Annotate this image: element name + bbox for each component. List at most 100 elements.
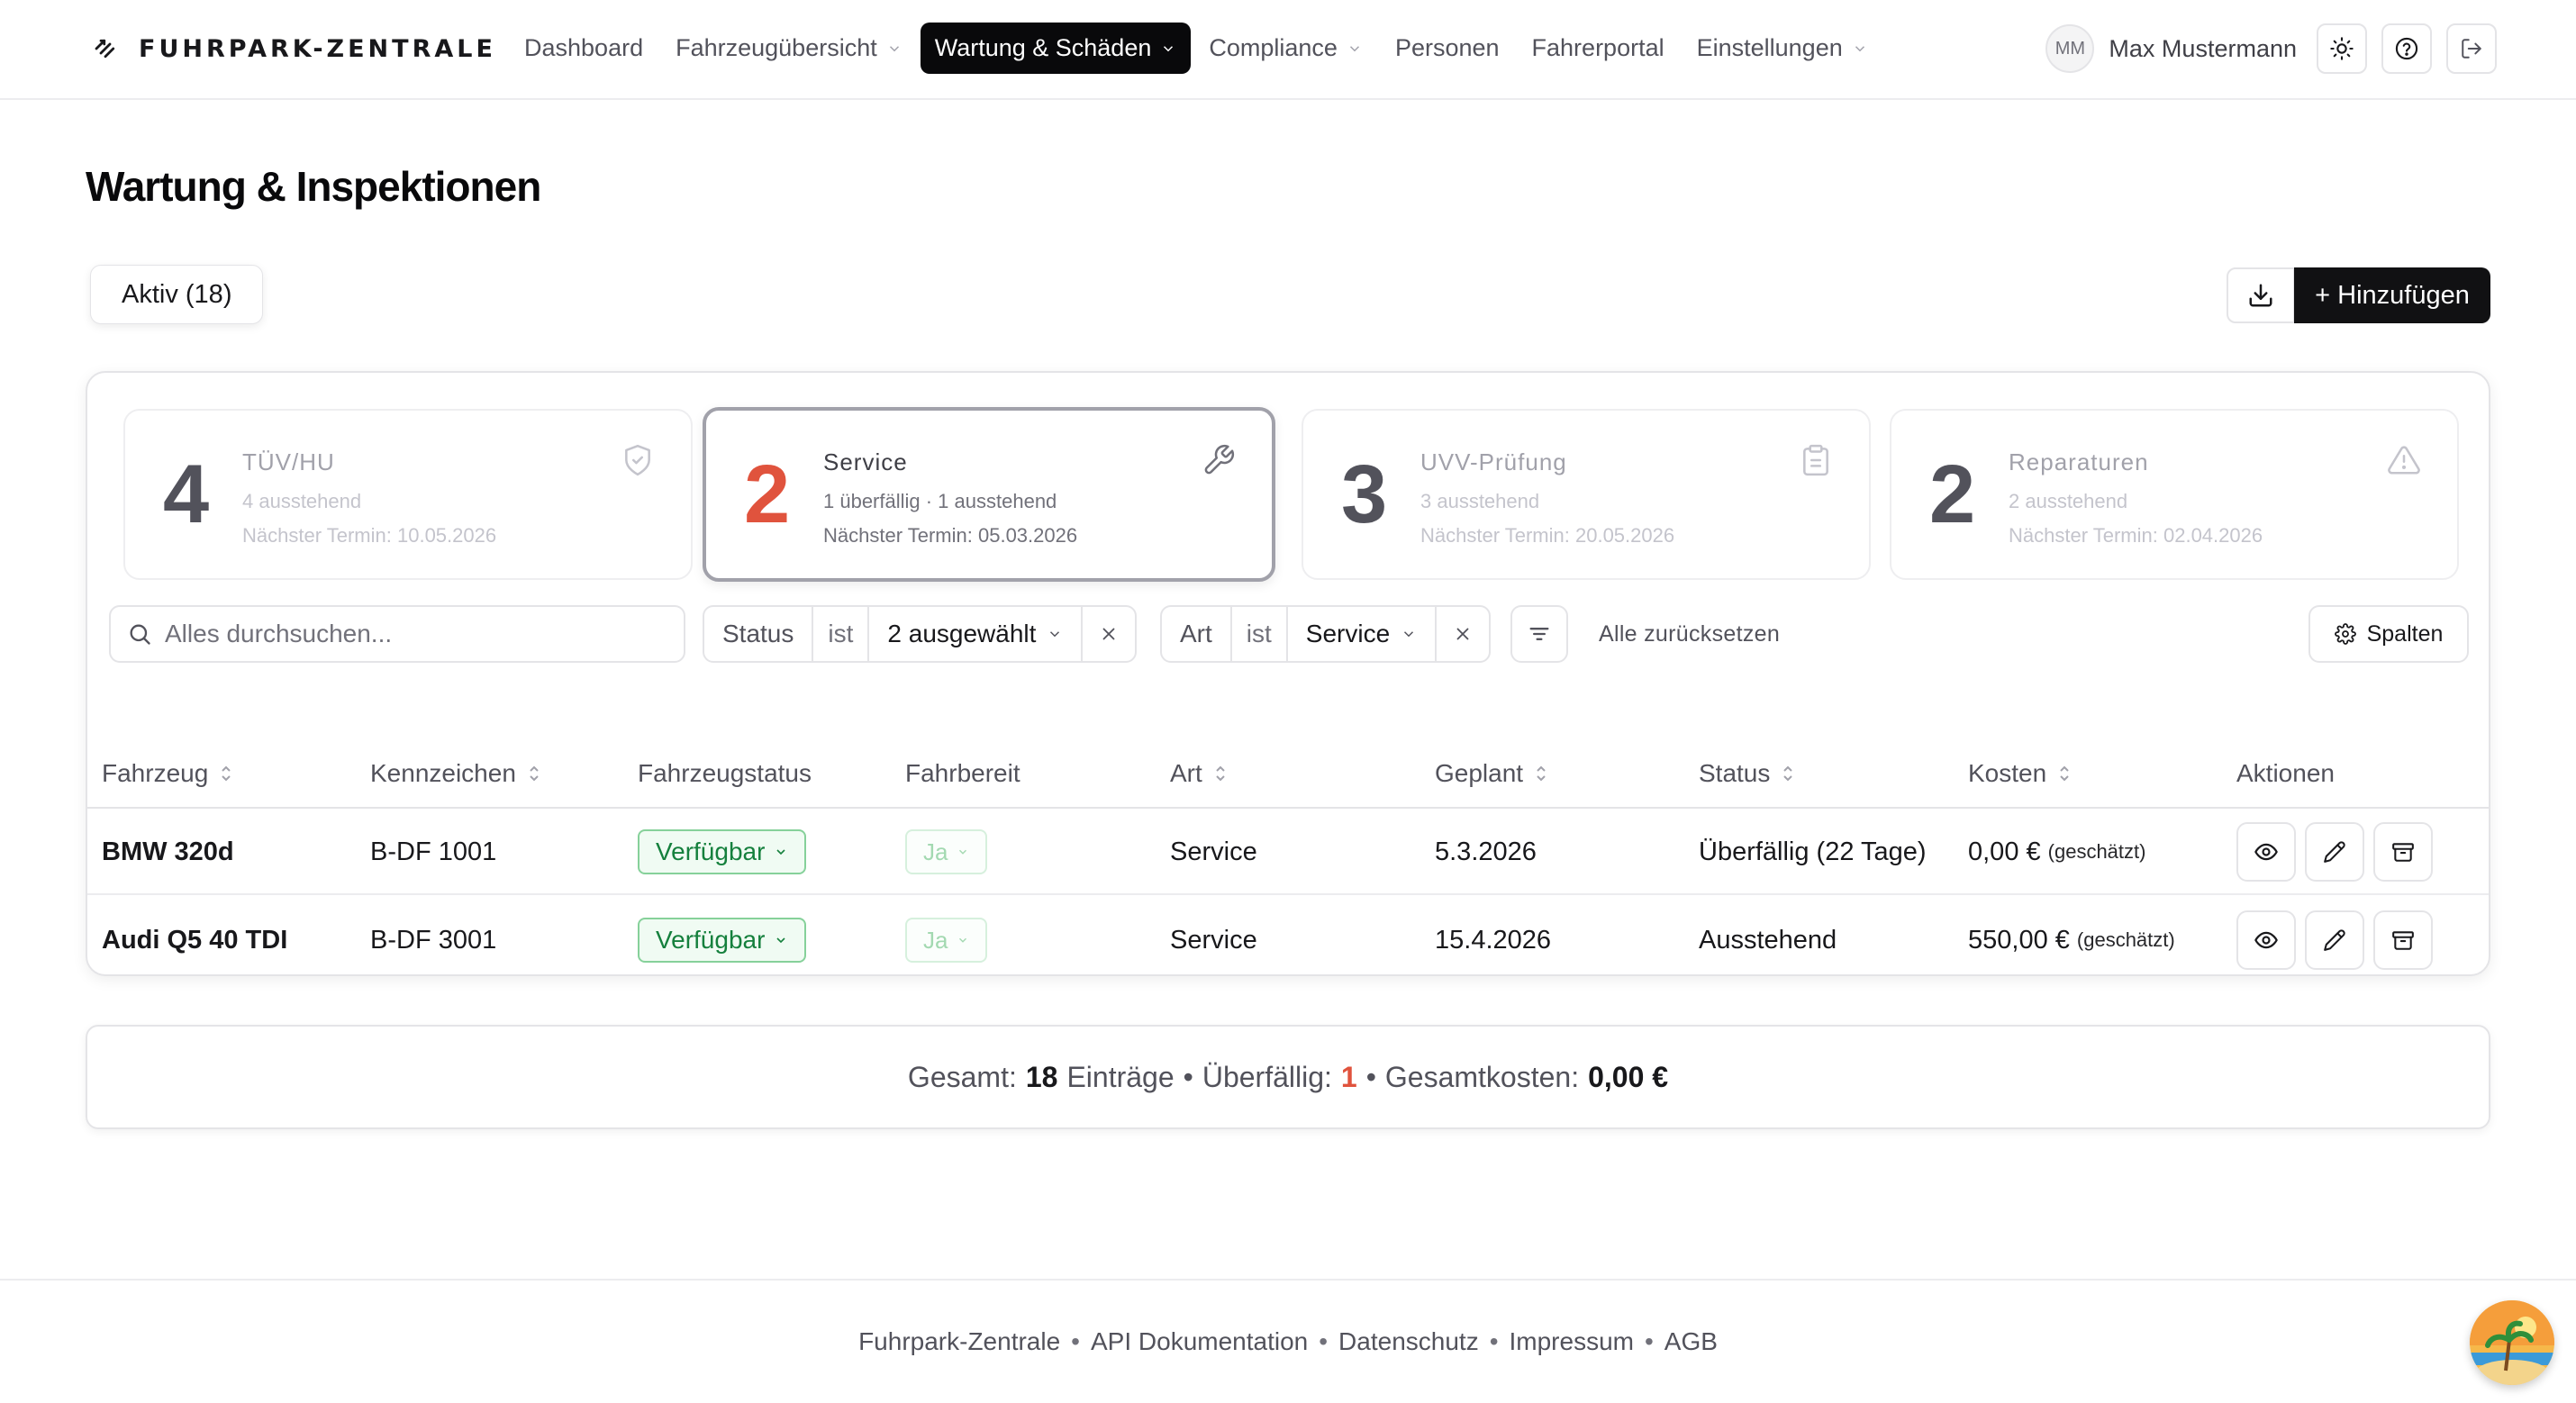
filter-operator[interactable]: ist (1232, 607, 1288, 661)
nav-dashboard[interactable]: Dashboard (510, 23, 658, 74)
top-navigation-bar: FUHRPARK-ZENTRALE Dashboard Fahrzeugüber… (0, 0, 2576, 100)
filter-label: Art (1162, 607, 1232, 661)
nav-einstellungen[interactable]: Einstellungen (1683, 23, 1882, 74)
search-input[interactable]: Alles durchsuchen... (109, 605, 685, 663)
footer-separator: • (1489, 1327, 1499, 1355)
cell-aktionen (2236, 809, 2442, 895)
chevron-down-icon (959, 849, 967, 855)
remove-art-filter-button[interactable] (1437, 607, 1489, 661)
theme-toggle-button[interactable] (2317, 23, 2367, 74)
nav-label: Wartung & Schäden (934, 34, 1152, 61)
column-header-fahrzeug[interactable]: Fahrzeug (102, 738, 233, 809)
nav-wartung-schaeden[interactable]: Wartung & Schäden (920, 23, 1192, 74)
badge-label: Verfügbar (656, 837, 766, 865)
stat-title: Reparaturen (2009, 448, 2149, 475)
page-title: Wartung & Inspektionen (86, 163, 541, 210)
brand-logo[interactable]: FUHRPARK-ZENTRALE (92, 31, 496, 67)
filter-operator[interactable]: ist (813, 607, 870, 661)
column-header-art[interactable]: Art (1170, 738, 1228, 809)
footer-link-impressum[interactable]: Impressum (1510, 1327, 1634, 1356)
sort-icon (1537, 765, 1546, 782)
close-icon (1456, 628, 1469, 640)
stat-card-uvv-pruefung[interactable]: 3 UVV-Prüfung 3 ausstehend Nächster Term… (1302, 409, 1871, 580)
column-header-geplant[interactable]: Geplant (1435, 738, 1548, 809)
column-header-kennzeichen[interactable]: Kennzeichen (370, 738, 541, 809)
edit-button[interactable] (2305, 822, 2364, 882)
cell-fahrbereit: Ja (905, 897, 988, 983)
column-header-status[interactable]: Status (1699, 738, 1795, 809)
assistant-chat-bubble[interactable] (2470, 1300, 2554, 1385)
footer-separator: • (1071, 1327, 1080, 1355)
cell-art: Service (1170, 925, 1257, 955)
main-nav: Dashboard Fahrzeugübersicht Wartung & Sc… (510, 23, 1886, 74)
sort-icon (2060, 765, 2069, 782)
column-header-kosten[interactable]: Kosten (1968, 738, 2072, 809)
footer-link-agb[interactable]: AGB (1664, 1327, 1718, 1356)
table-row[interactable]: BMW 320d B-DF 1001 Verfügbar Ja Service … (87, 809, 2489, 895)
logout-button[interactable] (2446, 23, 2497, 74)
archive-button[interactable] (2373, 910, 2433, 970)
cell-fahrzeugstatus: Verfügbar (638, 897, 807, 983)
column-header-fahrzeugstatus: Fahrzeugstatus (638, 738, 812, 809)
sort-icon (1783, 765, 1793, 782)
nav-fahrerportal[interactable]: Fahrerportal (1518, 23, 1679, 74)
footer-link-api-docs[interactable]: API Dokumentation (1091, 1327, 1308, 1356)
cell-fahrbereit: Ja (905, 809, 988, 895)
stat-subtitle: 1 überfällig · 1 ausstehend (823, 490, 1057, 512)
chevron-down-icon (1404, 631, 1414, 638)
shield-check-icon (625, 444, 650, 476)
cell-fahrzeug: BMW 320d (102, 837, 234, 866)
footer-link-datenschutz[interactable]: Datenschutz (1338, 1327, 1479, 1356)
cell-art: Service (1170, 837, 1257, 866)
pencil-icon (2324, 929, 2345, 951)
stat-card-reparaturen[interactable]: 2 Reparaturen 2 ausstehend Nächster Term… (1890, 409, 2459, 580)
view-button[interactable] (2236, 822, 2296, 882)
cell-geplant: 15.4.2026 (1435, 925, 1552, 955)
download-button[interactable] (2227, 267, 2295, 323)
user-name[interactable]: Max Mustermann (2109, 35, 2297, 63)
stat-next-date: Nächster Termin: 10.05.2026 (242, 524, 497, 547)
logout-icon (2462, 39, 2481, 59)
cell-aktionen (2236, 897, 2442, 983)
nav-personen[interactable]: Personen (1381, 23, 1514, 74)
vehicle-status-dropdown[interactable]: Verfügbar (638, 829, 807, 874)
alert-triangle-icon (2388, 446, 2420, 475)
summary-total-label: Gesamt: (907, 1060, 1017, 1093)
summary-bar: Gesamt: 18 Einträge • Überfällig: 1 • Ge… (86, 1025, 2490, 1129)
cell-fahrzeugstatus: Verfügbar (638, 809, 807, 895)
edit-button[interactable] (2305, 910, 2364, 970)
view-button[interactable] (2236, 910, 2296, 970)
summary-separator: • (1365, 1060, 1376, 1093)
archive-button[interactable] (2373, 822, 2433, 882)
column-header-aktionen: Aktionen (2236, 738, 2335, 809)
chevron-down-icon (1050, 631, 1060, 638)
table-row[interactable]: Audi Q5 40 TDI B-DF 3001 Verfügbar Ja Se… (87, 897, 2489, 983)
status-filter-select[interactable]: 2 ausgewählt (869, 607, 1084, 661)
chevron-down-icon (889, 45, 899, 51)
stat-subtitle: 2 ausstehend (2009, 490, 2128, 512)
avatar[interactable]: MM (2045, 24, 2095, 73)
columns-button[interactable]: Spalten (2308, 605, 2469, 663)
stat-card-tuev-hu[interactable]: 4 TÜV/HU 4 ausstehend Nächster Termin: 1… (123, 409, 693, 580)
art-filter-select[interactable]: Service (1288, 607, 1438, 661)
ready-to-drive-dropdown[interactable]: Ja (905, 918, 988, 963)
column-label: Status (1699, 759, 1771, 787)
nav-compliance[interactable]: Compliance (1194, 23, 1377, 74)
nav-fahrzeuguebersicht[interactable]: Fahrzeugübersicht (661, 23, 917, 74)
vehicle-status-dropdown[interactable]: Verfügbar (638, 918, 807, 963)
sort-icon (530, 765, 539, 782)
add-filter-button[interactable] (1510, 605, 1568, 663)
footer-link-brand[interactable]: Fuhrpark-Zentrale (858, 1327, 1060, 1356)
filter-label: Status (704, 607, 814, 661)
reset-filters-button[interactable]: Alle zurücksetzen (1599, 621, 1780, 647)
ready-to-drive-dropdown[interactable]: Ja (905, 829, 988, 874)
stat-card-service[interactable]: 2 Service 1 überfällig · 1 ausstehend Nä… (703, 407, 1275, 582)
help-button[interactable] (2381, 23, 2432, 74)
badge-label: Verfügbar (656, 926, 766, 954)
wrench-icon (1204, 444, 1235, 475)
filter-value: 2 ausgewählt (887, 620, 1037, 647)
add-button[interactable]: + Hinzufügen (2294, 267, 2490, 323)
logo-icon (92, 35, 119, 62)
remove-status-filter-button[interactable] (1083, 607, 1135, 661)
tab-aktiv[interactable]: Aktiv (18) (90, 265, 264, 324)
